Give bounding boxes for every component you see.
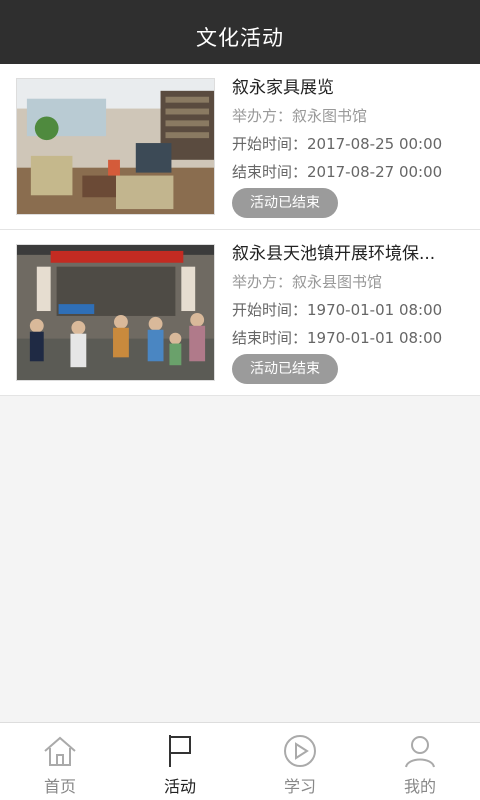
user-icon xyxy=(405,736,435,768)
bottom-tab-bar: 首页 活动 学习 我的 xyxy=(0,722,480,800)
status-badge: 活动已结束 xyxy=(232,354,338,384)
tab-label: 我的 xyxy=(403,777,436,796)
tab-label: 首页 xyxy=(43,777,76,796)
activity-start-time: 开始时间：1970-01-01 08:00 xyxy=(232,301,443,319)
home-icon xyxy=(44,736,76,766)
activity-start-time: 开始时间：2017-08-25 00:00 xyxy=(232,135,443,153)
activity-end-time: 结束时间：2017-08-27 00:00 xyxy=(232,163,443,181)
tab-activities[interactable]: 活动 xyxy=(120,723,240,800)
list-item[interactable]: 叙永家具展览 举办方：叙永图书馆 开始时间：2017-08-25 00:00 结… xyxy=(0,64,480,230)
status-badge: 活动已结束 xyxy=(232,188,338,218)
tab-study[interactable]: 学习 xyxy=(240,723,360,800)
activity-thumbnail xyxy=(16,78,215,215)
tab-label: 活动 xyxy=(163,777,196,796)
play-icon xyxy=(284,735,316,767)
tab-home[interactable]: 首页 xyxy=(0,723,120,800)
activity-end-time: 结束时间：1970-01-01 08:00 xyxy=(232,329,443,347)
header-bar: 文化活动 xyxy=(0,0,480,64)
tab-label: 学习 xyxy=(283,777,316,796)
activity-organizer: 举办方：叙永图书馆 xyxy=(232,107,368,125)
list-item[interactable]: 叙永县天池镇开展环境保... 举办方：叙永县图书馆 开始时间：1970-01-0… xyxy=(0,230,480,396)
tab-mine[interactable]: 我的 xyxy=(360,723,480,800)
flag-icon xyxy=(169,735,191,767)
activity-title: 叙永县天池镇开展环境保... xyxy=(232,244,436,264)
activity-thumbnail xyxy=(16,244,215,381)
activity-title: 叙永家具展览 xyxy=(232,78,334,98)
page-title: 文化活动 xyxy=(196,26,284,50)
activity-organizer: 举办方：叙永县图书馆 xyxy=(232,273,383,291)
activity-list: 叙永家具展览 举办方：叙永图书馆 开始时间：2017-08-25 00:00 结… xyxy=(0,64,480,396)
